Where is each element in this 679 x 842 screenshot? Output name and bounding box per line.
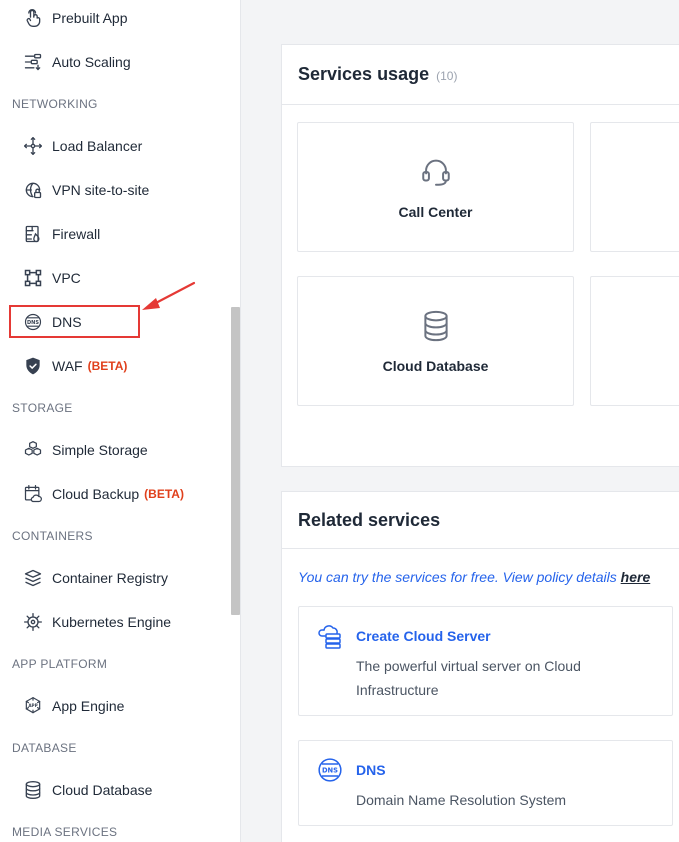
vpn-lock-icon	[22, 179, 44, 201]
layers-icon	[22, 567, 44, 589]
sidebar-item-app-engine[interactable]: APP App Engine	[0, 684, 230, 728]
sidebar-item-simple-storage[interactable]: Simple Storage	[0, 428, 230, 472]
service-description: The powerful virtual server on Cloud Inf…	[356, 658, 581, 698]
tile-label: Call Center	[398, 203, 473, 220]
beta-badge: (BETA)	[144, 487, 184, 501]
sidebar-item-container-registry[interactable]: Container Registry	[0, 556, 230, 600]
sidebar-item-label: Cloud Database	[52, 782, 153, 798]
sidebar-item-kubernetes-engine[interactable]: Kubernetes Engine	[0, 600, 230, 644]
sidebar-item-label: Cloud Backup	[52, 486, 140, 502]
sidebar-item-label: DNS	[52, 314, 82, 330]
section-storage: STORAGE	[12, 401, 73, 415]
usage-tile-partial[interactable]	[590, 122, 679, 252]
dns-globe-icon: DNS	[317, 757, 343, 783]
sidebar-item-label: Container Registry	[52, 570, 168, 586]
related-service-cloud-server[interactable]: Create Cloud Server The powerful virtual…	[298, 606, 673, 716]
cubes-icon	[22, 439, 44, 461]
auto-scaling-icon	[22, 51, 44, 73]
service-title[interactable]: DNS	[356, 762, 386, 778]
sidebar-item-label: Simple Storage	[52, 442, 148, 458]
sidebar-item-vpc[interactable]: VPC	[0, 256, 230, 300]
database-icon	[22, 779, 44, 801]
sidebar-item-label: VPC	[52, 270, 81, 286]
related-services-header: Related services	[282, 492, 679, 549]
svg-text:DNS: DNS	[322, 766, 338, 774]
tile-label: Cloud Database	[382, 357, 489, 374]
services-usage-title: Services usage	[298, 64, 430, 84]
app: Prebuilt App Auto Scaling NETWORKING Loa…	[0, 0, 679, 842]
section-database: DATABASE	[12, 741, 77, 755]
sidebar-item-firewall[interactable]: Firewall	[0, 212, 230, 256]
sidebar-item-vpn[interactable]: VPN site-to-site	[0, 168, 230, 212]
section-media-services: MEDIA SERVICES	[12, 825, 118, 839]
policy-sentence: You can try the services for free. View …	[298, 569, 621, 585]
sidebar-item-label: Kubernetes Engine	[52, 614, 172, 630]
svg-text:APP: APP	[28, 703, 37, 708]
sidebar-item-auto-scaling[interactable]: Auto Scaling	[0, 40, 230, 84]
sidebar-item-dns[interactable]: DNS DNS	[0, 300, 230, 344]
section-app-platform: APP PLATFORM	[12, 657, 108, 671]
service-title[interactable]: Create Cloud Server	[356, 628, 491, 644]
usage-tile-partial[interactable]	[590, 276, 679, 406]
cloud-backup-icon	[22, 483, 44, 505]
shield-icon	[22, 355, 44, 377]
database-icon	[419, 309, 453, 348]
sidebar-scrollbar[interactable]	[231, 307, 240, 615]
app-engine-icon: APP	[22, 695, 44, 717]
sidebar-item-label: App Engine	[52, 698, 125, 714]
beta-badge: (BETA)	[87, 359, 128, 373]
sidebar-item-label: Auto Scaling	[52, 54, 131, 70]
sidebar-item-label: Load Balancer	[52, 138, 143, 154]
sidebar-item-prebuilt-app[interactable]: Prebuilt App	[0, 0, 230, 40]
usage-tile-cloud-database[interactable]: Cloud Database	[297, 276, 574, 406]
sidebar-item-label: WAF	[52, 358, 83, 374]
sidebar-item-cloud-database[interactable]: Cloud Database	[0, 768, 230, 812]
service-description: Domain Name Resolution System	[356, 792, 567, 808]
policy-link[interactable]: here	[621, 569, 651, 585]
sidebar-item-label: Prebuilt App	[52, 10, 128, 26]
vpc-icon	[22, 267, 44, 289]
services-usage-header: Services usage (10)	[282, 45, 679, 105]
svg-text:DNS: DNS	[27, 320, 39, 326]
policy-text: You can try the services for free. View …	[298, 569, 650, 585]
sidebar: Prebuilt App Auto Scaling NETWORKING Loa…	[0, 0, 241, 842]
helm-icon	[22, 611, 44, 633]
related-service-dns[interactable]: DNS DNS Domain Name Resolution System	[298, 740, 673, 826]
cloud-server-icon	[317, 623, 343, 649]
sidebar-item-label: Firewall	[52, 226, 101, 242]
touch-icon	[22, 7, 44, 29]
dns-globe-icon: DNS	[22, 311, 44, 333]
load-balancer-icon	[22, 135, 44, 157]
sidebar-item-label: VPN site-to-site	[52, 182, 150, 198]
firewall-icon	[22, 223, 44, 245]
services-usage-card: Services usage (10) Call Center Cloud Da…	[281, 44, 679, 467]
sidebar-item-cloud-backup[interactable]: Cloud Backup (BETA)	[0, 472, 230, 516]
headset-icon	[419, 155, 453, 194]
usage-tile-call-center[interactable]: Call Center	[297, 122, 574, 252]
related-services-title: Related services	[298, 509, 441, 530]
related-services-card: Related services You can try the service…	[281, 491, 679, 842]
section-networking: NETWORKING	[12, 97, 98, 111]
sidebar-item-waf[interactable]: WAF (BETA)	[0, 344, 230, 388]
services-usage-count: (10)	[436, 69, 458, 83]
sidebar-item-load-balancer[interactable]: Load Balancer	[0, 124, 230, 168]
section-containers: CONTAINERS	[12, 529, 93, 543]
